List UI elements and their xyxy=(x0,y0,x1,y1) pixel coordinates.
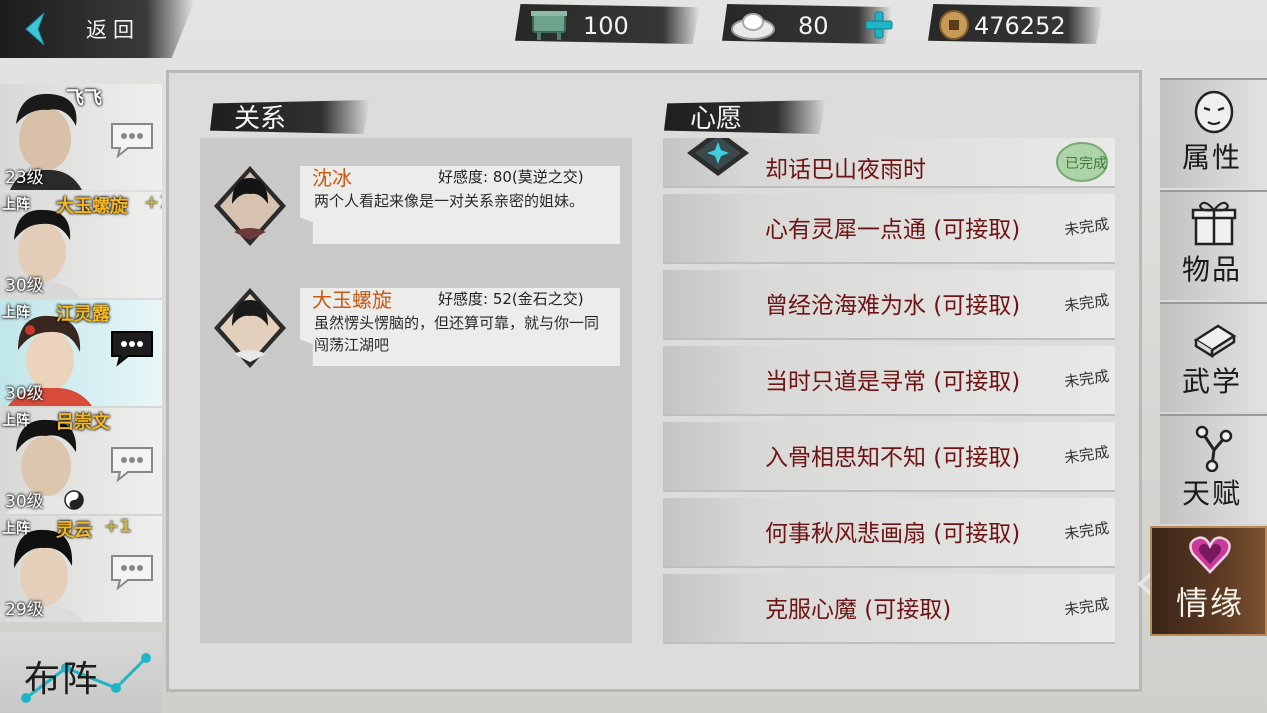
silver-ingot-icon xyxy=(731,13,775,40)
character-level: 30级 xyxy=(5,492,44,512)
relation-affinity: 好感度: 80(莫逆之交) xyxy=(438,168,584,186)
chat-bubble-icon[interactable] xyxy=(108,120,156,160)
plus-level: +1 xyxy=(104,516,132,537)
relation-name: 大玉螺旋 xyxy=(312,288,392,312)
gift-box-icon xyxy=(1191,201,1237,246)
copper-coin-icon xyxy=(939,10,969,40)
completed-wish-icon xyxy=(687,138,749,176)
tab-label: 武学 xyxy=(1182,365,1243,398)
mask-icon xyxy=(1194,90,1234,134)
tab-label: 物品 xyxy=(1182,253,1243,286)
relation-item[interactable]: 大玉螺旋 好感度: 52(金石之交) 虽然愣头愣脑的，但还算可靠，就与你一同闯荡… xyxy=(210,282,622,374)
chat-bubble-icon[interactable] xyxy=(108,552,156,592)
wish-status: 未完成 xyxy=(1063,366,1111,392)
wishes-header xyxy=(664,100,826,134)
wish-status: 未完成 xyxy=(1063,442,1111,468)
yin-yang-icon xyxy=(64,490,84,510)
character-level: 30级 xyxy=(5,276,44,296)
relation-name: 沈冰 xyxy=(312,166,352,190)
formation-button[interactable]: 布阵 xyxy=(0,632,162,713)
wish-row[interactable]: 何事秋风悲画扇 (可接取) 未完成 xyxy=(663,498,1115,568)
coin-count: 476252 xyxy=(974,12,1066,40)
character-name: 飞飞 xyxy=(66,88,102,109)
relations-title: 关系 xyxy=(234,104,287,134)
relation-avatar xyxy=(214,166,286,246)
chat-bubble-icon[interactable] xyxy=(108,444,156,484)
wish-status: 未完成 xyxy=(1063,518,1111,544)
resource-tripod: 100 xyxy=(515,4,700,44)
tab-label: 属性 xyxy=(1182,141,1243,174)
wish-row[interactable]: 当时只道是寻常 (可接取) 未完成 xyxy=(663,346,1115,416)
formation-label: 布阵 xyxy=(24,659,101,700)
character-name: 吕崇文 xyxy=(56,412,110,433)
character-card-dayuluoxuan[interactable]: 上阵 大玉螺旋 +1 30级 xyxy=(0,192,162,298)
wish-row[interactable]: 却话巴山夜雨时 已完成 xyxy=(663,138,1115,188)
character-level: 23级 xyxy=(5,168,44,188)
wish-title: 曾经沧海难为水 (可接取) xyxy=(765,293,1021,319)
bronze-tripod-icon xyxy=(531,11,567,40)
tab-romance[interactable]: 情缘 xyxy=(1150,526,1267,636)
relation-description: 两个人看起来像是一对关系亲密的姐妹。 xyxy=(314,192,585,210)
wish-title: 入骨相思知不知 (可接取) xyxy=(765,445,1021,471)
character-name: 江灵露 xyxy=(56,304,110,325)
tab-label: 情缘 xyxy=(1176,584,1245,622)
deployed-badge: 上阵 xyxy=(2,305,30,321)
relation-item[interactable]: 沈冰 好感度: 80(莫逆之交) 两个人看起来像是一对关系亲密的姐妹。 xyxy=(210,160,622,252)
tab-talent[interactable]: 天赋 xyxy=(1160,414,1267,524)
wish-row[interactable]: 心有灵犀一点通 (可接取) 未完成 xyxy=(663,194,1115,264)
character-card-lingyun[interactable]: 上阵 灵云 +1 29级 xyxy=(0,516,162,622)
plus-icon[interactable] xyxy=(864,10,894,40)
wish-row[interactable]: 克服心魔 (可接取) 未完成 xyxy=(663,574,1115,644)
wish-title: 当时只道是寻常 (可接取) xyxy=(765,369,1021,395)
back-label: 返回 xyxy=(86,18,140,42)
wish-title: 却话巴山夜雨时 xyxy=(765,157,926,183)
wish-list: 却话巴山夜雨时 已完成 心有灵犀一点通 (可接取) 未完成 曾经沧海难为水 (可… xyxy=(663,138,1115,648)
character-card-jianglinglu[interactable]: 上阵 江灵露 30级 xyxy=(0,300,162,406)
character-card-feifei[interactable]: 飞飞 23级 xyxy=(0,84,162,190)
wishes-title: 心愿 xyxy=(690,104,743,134)
character-name: 大玉螺旋 xyxy=(56,196,128,217)
character-level: 30级 xyxy=(5,384,44,404)
deployed-badge: 上阵 xyxy=(2,413,30,429)
scroll-book-icon xyxy=(1193,324,1237,359)
plus-level: +1 xyxy=(144,192,162,213)
talent-tree-icon xyxy=(1195,425,1233,472)
wish-title: 心有灵犀一点通 (可接取) xyxy=(765,217,1021,243)
relation-avatar xyxy=(214,288,286,368)
relation-description: 虽然愣头愣脑的，但还算可靠，就与你一同闯荡江湖吧 xyxy=(314,314,600,354)
wish-title: 何事秋风悲画扇 (可接取) xyxy=(765,521,1021,547)
deployed-badge: 上阵 xyxy=(2,521,30,537)
wish-row[interactable]: 入骨相思知不知 (可接取) 未完成 xyxy=(663,422,1115,492)
relation-affinity: 好感度: 52(金石之交) xyxy=(438,290,584,308)
tab-martial-arts[interactable]: 武学 xyxy=(1160,302,1267,412)
resource-coin: 476252 xyxy=(928,4,1103,44)
wish-status: 未完成 xyxy=(1063,594,1111,620)
character-card-lvchongwen[interactable]: 上阵 吕崇文 30级 xyxy=(0,408,162,514)
tripod-count: 100 xyxy=(583,12,629,40)
back-button[interactable]: 返回 xyxy=(0,0,195,58)
wish-title: 克服心魔 (可接取) xyxy=(765,597,952,623)
character-name: 灵云 xyxy=(56,520,92,541)
stamp-text: 已完成 xyxy=(1065,156,1107,172)
chat-bubble-icon[interactable] xyxy=(108,328,156,368)
wish-status: 未完成 xyxy=(1063,290,1111,316)
silver-count: 80 xyxy=(798,12,829,40)
tab-attributes[interactable]: 属性 xyxy=(1160,78,1267,188)
tab-items[interactable]: 物品 xyxy=(1160,190,1267,300)
character-roster: 飞飞 23级 上阵 大玉螺旋 +1 30级 上阵 江灵露 30级 xyxy=(0,62,165,624)
wish-status: 未完成 xyxy=(1063,214,1111,240)
heart-icon xyxy=(1189,536,1231,574)
wish-row[interactable]: 曾经沧海难为水 (可接取) 未完成 xyxy=(663,270,1115,340)
character-level: 29级 xyxy=(5,600,44,620)
back-arrow-icon xyxy=(25,12,45,46)
tab-label: 天赋 xyxy=(1182,477,1243,510)
deployed-badge: 上阵 xyxy=(2,197,30,213)
completed-stamp-icon: 已完成 xyxy=(1056,142,1108,182)
